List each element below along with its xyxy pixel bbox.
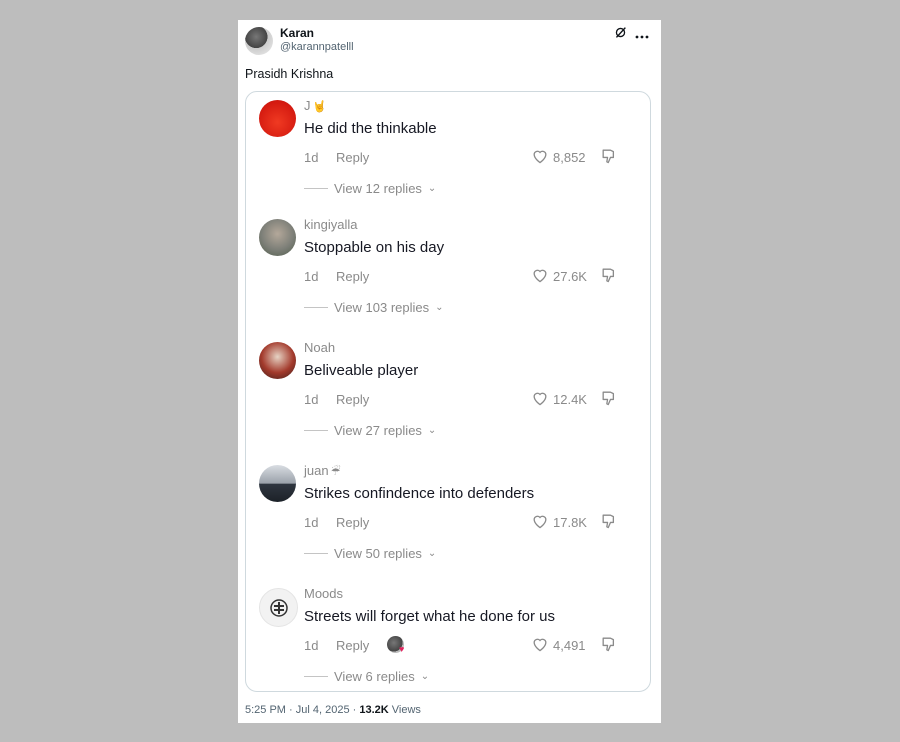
divider-line — [304, 553, 328, 554]
thumbs-down-icon — [600, 268, 618, 287]
heart-icon — [531, 513, 549, 532]
commenter-avatar[interactable] — [259, 465, 296, 502]
commenter-avatar[interactable] — [259, 588, 298, 627]
comment-username[interactable]: Moods — [304, 586, 343, 601]
comment-item: kingiyalla Stoppable on his day 1d Reply… — [246, 215, 650, 335]
reply-button[interactable]: Reply — [336, 638, 369, 653]
commenter-avatar[interactable] — [259, 219, 296, 256]
comment-item: Noah Beliveable player 1d Reply 12.4K Vi… — [246, 338, 650, 458]
grok-icon[interactable] — [614, 26, 627, 42]
thumbs-down-icon — [600, 149, 618, 168]
comment-username[interactable]: J 🤘 — [304, 98, 326, 113]
like-count: 4,491 — [553, 638, 586, 653]
divider-line — [304, 188, 328, 189]
like-count: 8,852 — [553, 150, 586, 165]
chevron-down-icon: ⌄ — [427, 548, 437, 559]
view-replies-label: View 50 replies — [334, 546, 422, 561]
chevron-down-icon: ⌄ — [420, 671, 430, 682]
comment-username[interactable]: juan ☔ — [304, 463, 340, 478]
heart-icon — [531, 390, 549, 409]
view-replies-link[interactable]: View 50 replies ⌄ — [304, 546, 436, 561]
author-handle[interactable]: @karannpatelll — [280, 41, 354, 53]
views-label: Views — [388, 704, 421, 716]
comment-username-text: juan — [304, 463, 329, 478]
like-button[interactable]: 27.6K — [531, 267, 587, 286]
chevron-down-icon: ⌄ — [435, 302, 444, 313]
top-actions — [614, 26, 649, 42]
embedded-screenshot[interactable]: J 🤘 He did the thinkable 1d Reply 8,852 V… — [245, 91, 651, 692]
comment-item: Moods Streets will forget what he done f… — [246, 584, 650, 691]
author-name[interactable]: Karan — [280, 26, 314, 40]
comment-username-text: J — [304, 98, 311, 113]
like-count: 17.8K — [553, 515, 587, 530]
dislike-button[interactable] — [600, 267, 618, 288]
more-options-icon[interactable] — [635, 27, 649, 42]
reply-button[interactable]: Reply — [336, 269, 369, 284]
separator: · — [349, 704, 360, 716]
view-replies-link[interactable]: View 6 replies ⌄ — [304, 669, 429, 684]
reply-button[interactable]: Reply — [336, 150, 369, 165]
username-emoji: ☔ — [330, 466, 341, 478]
tweet-time[interactable]: 5:25 PM · Jul 4, 2025 — [245, 704, 350, 716]
view-replies-link[interactable]: View 103 replies ⌄ — [304, 300, 444, 315]
like-button[interactable]: 12.4K — [531, 390, 587, 409]
author-avatar[interactable] — [245, 27, 273, 55]
tweet-text: Prasidh Krishna — [245, 67, 334, 81]
comment-username[interactable]: kingiyalla — [304, 217, 357, 232]
view-replies-label: View 103 replies — [334, 300, 430, 315]
comment-date: 1d — [304, 638, 319, 653]
view-replies-label: View 27 replies — [334, 423, 422, 438]
like-button[interactable]: 8,852 — [531, 148, 586, 167]
comment-item: juan ☔ Strikes confindence into defenders… — [246, 461, 650, 581]
heart-badge-icon: ♥ — [399, 644, 405, 654]
divider-line — [304, 676, 328, 677]
reply-button[interactable]: Reply — [336, 392, 369, 407]
view-replies-link[interactable]: View 27 replies ⌄ — [304, 423, 436, 438]
divider-line — [304, 430, 328, 431]
comment-text: Streets will forget what he done for us — [304, 608, 555, 625]
heart-icon — [531, 267, 549, 286]
like-button[interactable]: 17.8K — [531, 513, 587, 532]
tweet-card: Karan @karannpatelll Prasidh Krishna J 🤘 … — [238, 20, 661, 723]
like-count: 12.4K — [553, 392, 587, 407]
comment-text: Beliveable player — [304, 362, 419, 379]
comment-text: He did the thinkable — [304, 120, 437, 137]
username-emoji: 🤘 — [312, 101, 327, 113]
like-count: 27.6K — [553, 269, 587, 284]
dislike-button[interactable] — [600, 390, 618, 411]
dislike-button[interactable] — [600, 148, 618, 169]
dislike-button[interactable] — [600, 513, 618, 534]
thumbs-down-icon — [600, 637, 618, 656]
comment-text: Stoppable on his day — [304, 239, 445, 256]
like-button[interactable]: 4,491 — [531, 636, 586, 655]
comment-date: 1d — [304, 150, 319, 165]
moods-logo-icon — [269, 598, 288, 617]
comment-date: 1d — [304, 269, 319, 284]
view-replies-label: View 6 replies — [334, 669, 415, 684]
commenter-avatar[interactable] — [259, 100, 296, 137]
heart-icon — [531, 148, 549, 167]
dislike-button[interactable] — [600, 636, 618, 657]
comment-username[interactable]: Noah — [304, 340, 335, 355]
comment-text: Strikes confindence into defenders — [304, 485, 535, 502]
chevron-down-icon: ⌄ — [427, 183, 437, 194]
comment-date: 1d — [304, 515, 319, 530]
comment-item: J 🤘 He did the thinkable 1d Reply 8,852 V… — [246, 96, 650, 216]
view-replies-label: View 12 replies — [334, 181, 422, 196]
tweet-meta: 5:25 PM · Jul 4, 2025 · 13.2K Views — [245, 704, 421, 716]
thumbs-down-icon — [600, 391, 618, 410]
divider-line — [304, 307, 328, 308]
comment-date: 1d — [304, 392, 319, 407]
thumbs-down-icon — [600, 514, 618, 533]
commenter-avatar[interactable] — [259, 342, 296, 379]
heart-icon — [531, 636, 549, 655]
reply-button[interactable]: Reply — [336, 515, 369, 530]
view-replies-link[interactable]: View 12 replies ⌄ — [304, 181, 436, 196]
views-count: 13.2K — [359, 704, 389, 716]
chevron-down-icon: ⌄ — [427, 425, 437, 436]
